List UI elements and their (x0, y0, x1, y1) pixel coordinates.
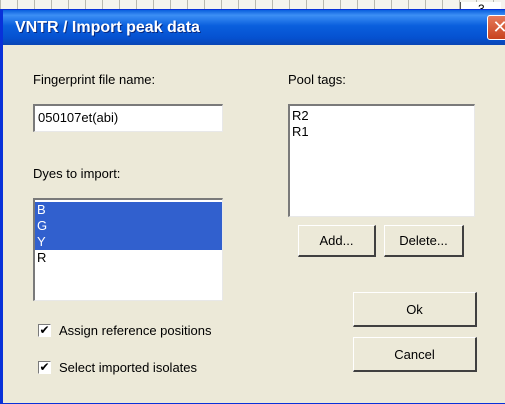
dyes-to-import-label: Dyes to import: (33, 166, 121, 181)
pool-tags-label: Pool tags: (288, 72, 346, 87)
fingerprint-file-name-input[interactable]: 050107et(abi) (33, 104, 223, 132)
pool-tag-item[interactable]: R2 (290, 108, 474, 124)
dye-item-b[interactable]: B (35, 202, 222, 218)
select-imported-isolates-checkbox[interactable]: ✔ (38, 361, 51, 374)
close-button[interactable]: ✕ (487, 15, 505, 40)
assign-reference-positions-option[interactable]: ✔ Assign reference positions (38, 323, 211, 338)
assign-reference-positions-label: Assign reference positions (59, 323, 212, 338)
select-imported-isolates-label: Select imported isolates (59, 360, 198, 375)
dialog-title: VNTR / Import peak data (15, 19, 200, 36)
ok-button[interactable]: Ok (353, 292, 477, 327)
delete-button[interactable]: Delete... (384, 225, 464, 257)
add-button[interactable]: Add... (298, 225, 376, 257)
dye-item-y[interactable]: Y (35, 234, 222, 250)
title-bar[interactable]: VNTR / Import peak data ✕ (3, 10, 505, 45)
fingerprint-file-name-label: Fingerprint file name: (33, 72, 156, 87)
cancel-button[interactable]: Cancel (353, 337, 477, 372)
close-icon: ✕ (492, 17, 505, 37)
import-peak-data-dialog: VNTR / Import peak data ✕ Fingerprint fi… (0, 9, 505, 404)
dye-item-r[interactable]: R (35, 250, 222, 266)
select-imported-isolates-option[interactable]: ✔ Select imported isolates (38, 360, 197, 375)
assign-reference-positions-checkbox[interactable]: ✔ (38, 324, 51, 337)
dye-item-g[interactable]: G (35, 218, 222, 234)
pool-tag-item[interactable]: R1 (290, 124, 474, 140)
fingerprint-file-name-value: 050107et(abi) (38, 110, 119, 125)
pool-tags-list[interactable]: R2 R1 (288, 104, 475, 217)
dyes-list[interactable]: B G Y R (33, 198, 223, 301)
